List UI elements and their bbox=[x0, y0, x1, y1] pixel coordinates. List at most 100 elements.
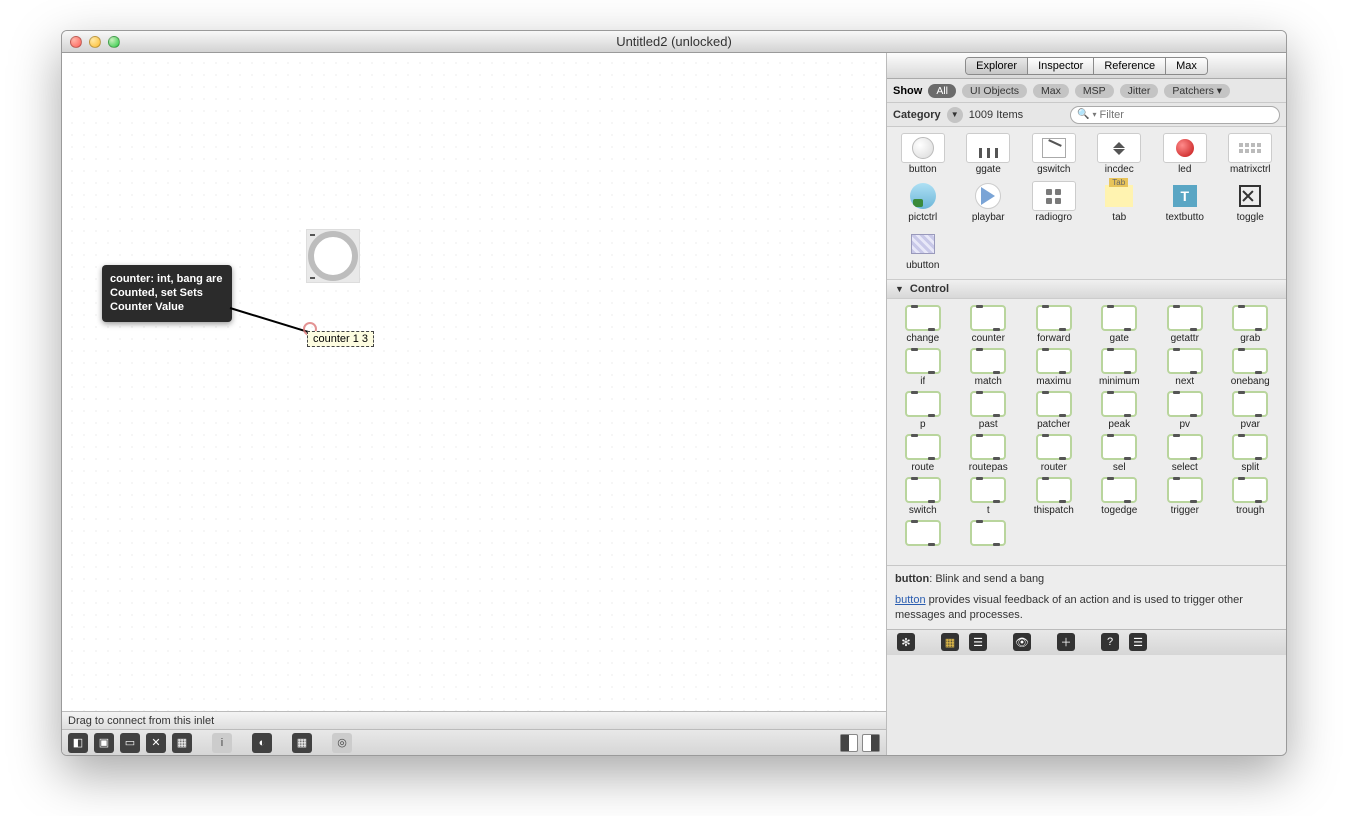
control-item-routepas[interactable]: routepas bbox=[957, 434, 1021, 473]
control-item-peak[interactable]: peak bbox=[1088, 391, 1152, 430]
control-item-pvar[interactable]: pvar bbox=[1219, 391, 1283, 430]
search-dropdown-icon[interactable]: ▾ bbox=[1092, 110, 1096, 119]
content: counter: int, bang are Counted, set Sets… bbox=[62, 53, 1286, 755]
palette-ubutton[interactable]: ubutton bbox=[891, 227, 955, 273]
pill-uiobjects[interactable]: UI Objects bbox=[962, 84, 1027, 98]
grid-view-icon[interactable]: ▦ bbox=[941, 633, 959, 651]
palette-matrixctrl[interactable]: matrixctrl bbox=[1219, 131, 1283, 177]
control-item-maximu[interactable]: maximu bbox=[1022, 348, 1086, 387]
palette-tab[interactable]: tab bbox=[1088, 179, 1152, 225]
control-item-match[interactable]: match bbox=[957, 348, 1021, 387]
counter-object[interactable]: counter 1 3 bbox=[307, 331, 374, 347]
bottom-toolbar: ◧ ▣ ▭ ✕ ▦ i ◐ ▦ ◎ bbox=[62, 729, 886, 755]
palette-radiogroup[interactable]: radiogro bbox=[1022, 179, 1086, 225]
palette-toggle[interactable]: toggle bbox=[1219, 179, 1283, 225]
control-item-if[interactable]: if bbox=[891, 348, 955, 387]
filter-label: Show bbox=[893, 85, 922, 97]
list-view-icon[interactable]: ☰ bbox=[969, 633, 987, 651]
object-icon bbox=[1232, 477, 1268, 503]
tab-max[interactable]: Max bbox=[1166, 58, 1207, 74]
control-item-switch[interactable]: switch bbox=[891, 477, 955, 516]
control-item-grab[interactable]: grab bbox=[1219, 305, 1283, 344]
control-item-gate[interactable]: gate bbox=[1088, 305, 1152, 344]
ggate-icon bbox=[976, 138, 1000, 158]
control-item-minimum[interactable]: minimum bbox=[1088, 348, 1152, 387]
pill-all[interactable]: All bbox=[928, 84, 956, 98]
search-field[interactable]: 🔍 ▾ bbox=[1070, 106, 1280, 124]
pill-patchers[interactable]: Patchers ▾ bbox=[1164, 84, 1230, 98]
search-input[interactable] bbox=[1099, 109, 1273, 121]
audio-icon[interactable]: ◐ bbox=[252, 733, 272, 753]
control-item-counter[interactable]: counter bbox=[957, 305, 1021, 344]
object-icon bbox=[1232, 305, 1268, 331]
control-item-select[interactable]: select bbox=[1153, 434, 1217, 473]
tab-explorer[interactable]: Explorer bbox=[966, 58, 1028, 74]
control-item-change[interactable]: change bbox=[891, 305, 955, 344]
tab-inspector[interactable]: Inspector bbox=[1028, 58, 1094, 74]
object-icon bbox=[905, 348, 941, 374]
control-item-past[interactable]: past bbox=[957, 391, 1021, 430]
patcher-canvas[interactable]: counter: int, bang are Counted, set Sets… bbox=[62, 53, 886, 711]
new-toggle-icon[interactable]: ▦ bbox=[172, 733, 192, 753]
object-icon bbox=[1036, 477, 1072, 503]
eye-icon[interactable]: 👁 bbox=[1013, 633, 1031, 651]
palette-ggate[interactable]: ggate bbox=[957, 131, 1021, 177]
grid-icon[interactable]: ▦ bbox=[292, 733, 312, 753]
patcher-area: counter: int, bang are Counted, set Sets… bbox=[62, 53, 887, 755]
control-section-header[interactable]: ▼ Control bbox=[887, 279, 1286, 299]
pill-msp[interactable]: MSP bbox=[1075, 84, 1114, 98]
control-item-pv[interactable]: pv bbox=[1153, 391, 1217, 430]
control-item-trough[interactable]: trough bbox=[1219, 477, 1283, 516]
control-item[interactable] bbox=[891, 520, 955, 559]
control-item-p[interactable]: p bbox=[891, 391, 955, 430]
category-label: Category bbox=[893, 109, 941, 121]
pill-max[interactable]: Max bbox=[1033, 84, 1069, 98]
control-item[interactable] bbox=[957, 520, 1021, 559]
new-bang-icon[interactable]: ✕ bbox=[146, 733, 166, 753]
add-icon[interactable]: ＋ bbox=[1057, 633, 1075, 651]
palette-incdec[interactable]: incdec bbox=[1088, 131, 1152, 177]
palette-button[interactable]: button bbox=[891, 131, 955, 177]
control-item-t[interactable]: t bbox=[957, 477, 1021, 516]
help-icon[interactable]: ? bbox=[1101, 633, 1119, 651]
side-toolbar: ✻ ▦ ☰ 👁 ＋ ? ☰ bbox=[887, 629, 1286, 655]
dial-object[interactable] bbox=[306, 229, 360, 283]
control-item-forward[interactable]: forward bbox=[1022, 305, 1086, 344]
control-item-route[interactable]: route bbox=[891, 434, 955, 473]
control-item-trigger[interactable]: trigger bbox=[1153, 477, 1217, 516]
menu-icon[interactable]: ☰ bbox=[1129, 633, 1147, 651]
new-object-icon[interactable]: ◧ bbox=[68, 733, 88, 753]
control-item-togedge[interactable]: togedge bbox=[1088, 477, 1152, 516]
control-item-getattr[interactable]: getattr bbox=[1153, 305, 1217, 344]
new-message-icon[interactable]: ▣ bbox=[94, 733, 114, 753]
pill-jitter[interactable]: Jitter bbox=[1120, 84, 1159, 98]
control-item-onebang[interactable]: onebang bbox=[1219, 348, 1283, 387]
palette-pictctrl[interactable]: pictctrl bbox=[891, 179, 955, 225]
layout-a-icon[interactable] bbox=[840, 734, 858, 752]
control-item-split[interactable]: split bbox=[1219, 434, 1283, 473]
tab-reference[interactable]: Reference bbox=[1094, 58, 1166, 74]
palette-gswitch[interactable]: gswitch bbox=[1022, 131, 1086, 177]
control-item-next[interactable]: next bbox=[1153, 348, 1217, 387]
palette-textbutton[interactable]: Ttextbutto bbox=[1153, 179, 1217, 225]
object-icon bbox=[1167, 348, 1203, 374]
control-item-patcher[interactable]: patcher bbox=[1022, 391, 1086, 430]
gear-icon[interactable]: ✻ bbox=[897, 633, 915, 651]
object-icon bbox=[1167, 391, 1203, 417]
control-item-sel[interactable]: sel bbox=[1088, 434, 1152, 473]
control-item-router[interactable]: router bbox=[1022, 434, 1086, 473]
control-item-thispatch[interactable]: thispatch bbox=[1022, 477, 1086, 516]
layout-b-icon[interactable] bbox=[862, 734, 880, 752]
object-icon bbox=[970, 391, 1006, 417]
category-row: Category ▼ 1009 Items 🔍 ▾ bbox=[887, 103, 1286, 127]
info-icon[interactable]: i bbox=[212, 733, 232, 753]
toggle-icon bbox=[1239, 185, 1261, 207]
palette-playbar[interactable]: playbar bbox=[957, 179, 1021, 225]
status-bar: Drag to connect from this inlet bbox=[62, 711, 886, 729]
new-comment-icon[interactable]: ▭ bbox=[120, 733, 140, 753]
palette-led[interactable]: led bbox=[1153, 131, 1217, 177]
help-link[interactable]: button bbox=[895, 594, 926, 606]
presentation-icon[interactable]: ◎ bbox=[332, 733, 352, 753]
category-dropdown-icon[interactable]: ▼ bbox=[947, 107, 963, 123]
tooltip-connector bbox=[230, 307, 313, 334]
